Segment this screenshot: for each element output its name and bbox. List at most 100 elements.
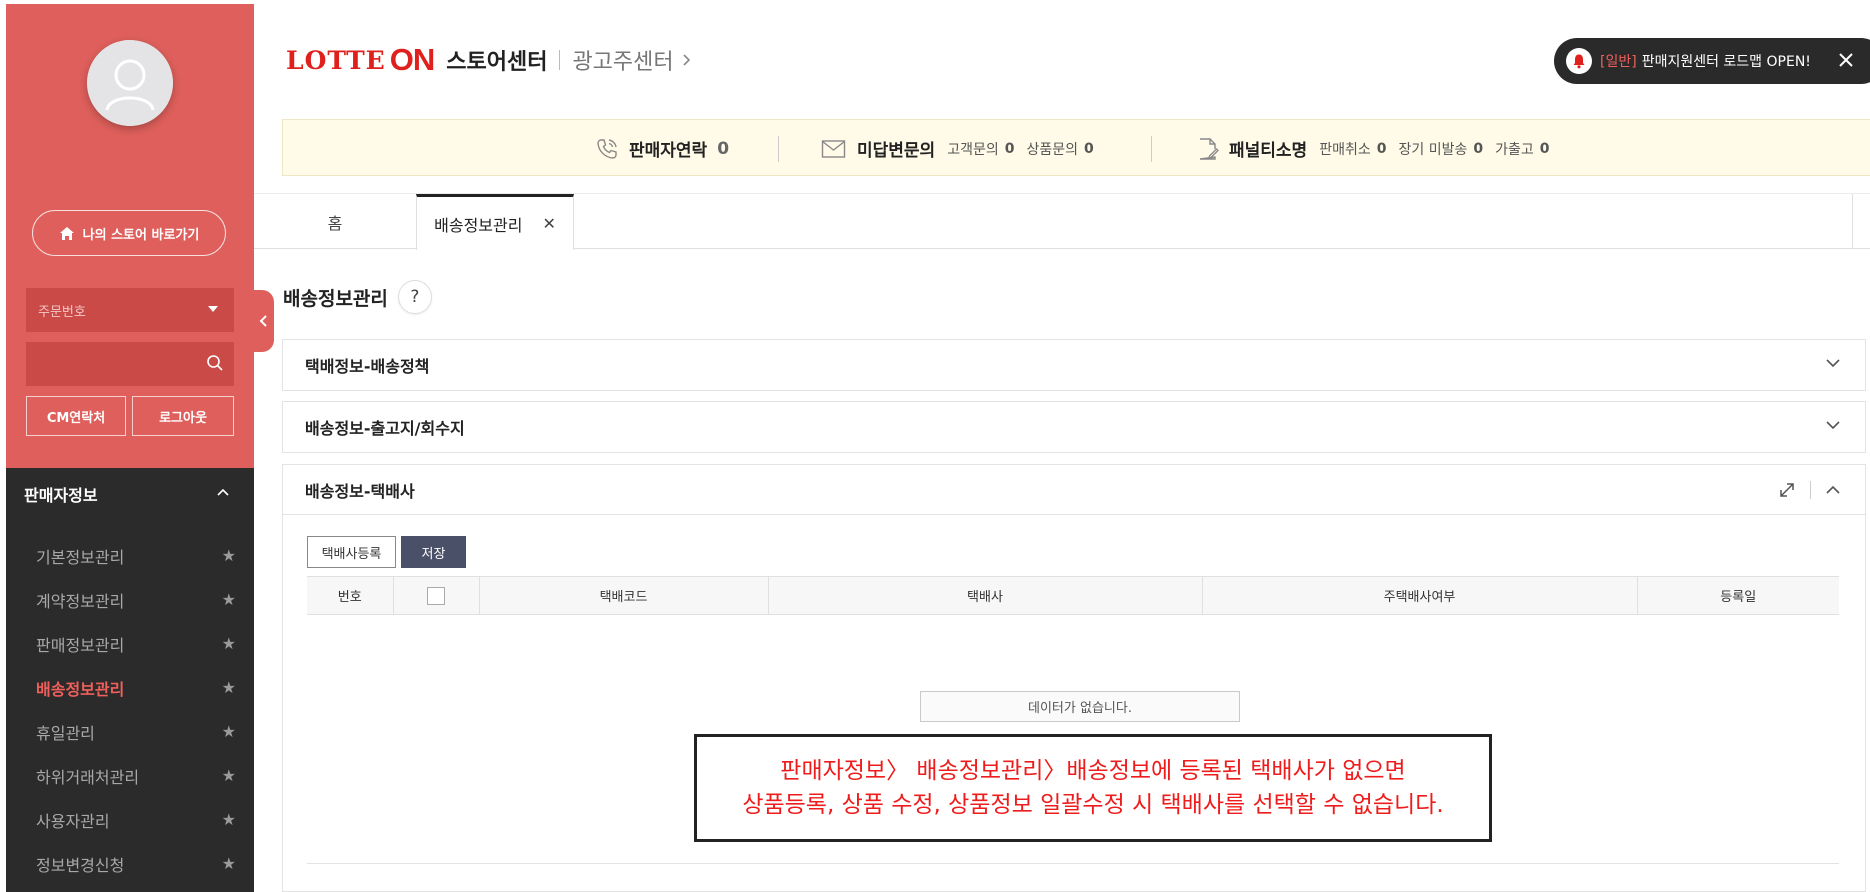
tab-divider (1852, 194, 1853, 248)
sale-cancel-count[interactable]: 0 (1377, 141, 1387, 157)
penalty-label: 패널티소명 (1229, 141, 1308, 161)
notice-text: 판매지원센터 로드맵 OPEN! (1641, 54, 1811, 70)
sidebar-collapse-toggle[interactable] (254, 290, 274, 352)
seller-info-section-header[interactable]: 판매자정보 (6, 468, 254, 520)
long-undelivered-count[interactable]: 0 (1473, 141, 1483, 157)
chevron-up-icon[interactable] (1825, 485, 1841, 495)
caret-down-icon (208, 306, 218, 312)
tab-delivery-info[interactable]: 배송정보관리 ✕ (416, 194, 574, 250)
section-title: 배송정보-출고지/회수지 (305, 419, 465, 438)
sidebar-item-contract-info[interactable]: 계약정보관리 ★ (6, 578, 254, 622)
column-header-reg-date: 등록일 (1636, 576, 1839, 615)
section-title: 배송정보-택배사 (305, 481, 415, 501)
sale-cancel-label[interactable]: 판매취소 (1319, 139, 1371, 159)
close-icon[interactable]: ✕ (542, 214, 555, 233)
help-button[interactable]: ? (397, 280, 432, 314)
star-icon[interactable]: ★ (222, 722, 236, 741)
expand-icon[interactable] (1778, 481, 1796, 499)
seller-info-section-title: 판매자정보 (24, 486, 98, 505)
chevron-up-icon (217, 488, 229, 496)
seller-contact-label: 판매자연락 (629, 141, 708, 161)
cm-contact-label: CM연락처 (46, 410, 106, 426)
sidebar-item-sales-info[interactable]: 판매정보관리 ★ (6, 622, 254, 666)
sidebar-item-users[interactable]: 사용자관리 ★ (6, 798, 254, 842)
annotation-line-1: 판매자정보〉 배송정보관리〉배송정보에 등록된 택배사가 없으면 (780, 758, 1406, 784)
annotation-callout: 판매자정보〉 배송정보관리〉배송정보에 등록된 택배사가 없으면 상품등록, 상… (694, 734, 1492, 842)
tab-home[interactable]: 홈 (254, 194, 416, 249)
logout-button[interactable]: 로그아웃 (132, 396, 234, 436)
logo-lotte-text: LOTTE (286, 45, 386, 75)
section-tools (1778, 481, 1841, 499)
star-icon[interactable]: ★ (222, 854, 236, 873)
sidebar-item-sub-partners[interactable]: 하위거래처관리 ★ (6, 754, 254, 798)
sidebar-item-basic-info[interactable]: 기본정보관리 ★ (6, 534, 254, 578)
logout-label: 로그아웃 (159, 410, 207, 426)
search-type-select[interactable]: 주문번호 (26, 288, 234, 332)
sidebar-item-info-change[interactable]: 정보변경신청 ★ (6, 842, 254, 886)
annotation-line-2: 상품등록, 상품 수정, 상품정보 일괄수정 시 택배사를 선택할 수 없습니다… (742, 792, 1444, 818)
notice-banner[interactable]: [일반] 판매지원센터 로드맵 OPEN! (1554, 38, 1870, 84)
chevron-down-icon (1826, 359, 1840, 368)
sidebar-item-label: 하위거래처관리 (36, 768, 140, 787)
customer-inquiry-count[interactable]: 0 (1005, 141, 1015, 157)
fake-release-count[interactable]: 0 (1540, 141, 1550, 157)
sidebar-item-delivery-info[interactable]: 배송정보관리 ★ (6, 666, 254, 710)
section-header[interactable]: 택배정보-배송정책 (283, 340, 1865, 390)
product-inquiry-label[interactable]: 상품문의 (1026, 139, 1078, 159)
tab-label: 홈 (327, 213, 343, 233)
search-icon[interactable] (206, 354, 224, 372)
fake-release-label[interactable]: 가출고 (1495, 139, 1534, 159)
my-store-link-label: 나의 스토어 바로가기 (82, 227, 200, 243)
seller-contact-count: 0 (717, 138, 730, 159)
tool-divider (1810, 481, 1811, 499)
sidebar-item-label: 사용자관리 (36, 812, 110, 831)
register-courier-button[interactable]: 택배사등록 (307, 536, 396, 568)
notice-tag: [일반] (1600, 54, 1637, 70)
section-courier-policy: 택배정보-배송정책 (282, 339, 1866, 391)
logo-on-text: ON (389, 42, 435, 77)
info-divider (1151, 136, 1152, 162)
header-divider (559, 50, 561, 70)
seller-info-menu: 기본정보관리 ★ 계약정보관리 ★ 판매정보관리 ★ 배송정보관리 ★ 휴일관리… (6, 534, 254, 886)
section-header[interactable]: 배송정보-택배사 (283, 465, 1865, 515)
sidebar-item-holiday[interactable]: 휴일관리 ★ (6, 710, 254, 754)
star-icon[interactable]: ★ (222, 546, 236, 565)
star-icon[interactable]: ★ (222, 678, 236, 697)
long-undelivered-label[interactable]: 장기 미발송 (1398, 139, 1467, 159)
column-header-select (392, 576, 479, 615)
star-icon[interactable]: ★ (222, 590, 236, 609)
close-icon[interactable] (1836, 50, 1856, 70)
info-divider (778, 136, 779, 162)
seller-contact-group[interactable]: 판매자연락 0 (595, 120, 729, 177)
sidebar-item-label: 계약정보관리 (36, 592, 125, 611)
column-header-courier-code: 택배코드 (478, 576, 768, 615)
column-header-main-courier: 주택배사여부 (1201, 576, 1637, 615)
table-bottom-border (307, 863, 1839, 864)
user-avatar-icon (87, 40, 173, 126)
product-inquiry-count[interactable]: 0 (1084, 141, 1094, 157)
sidebar-search-input[interactable] (26, 342, 196, 386)
tab-label: 배송정보관리 (434, 215, 523, 235)
star-icon[interactable]: ★ (222, 810, 236, 829)
customer-inquiry-label[interactable]: 고객문의 (947, 139, 999, 159)
ad-center-link[interactable]: 광고주센터 (572, 44, 673, 76)
my-store-link-button[interactable]: 나의 스토어 바로가기 (32, 210, 226, 256)
sidebar: 나의 스토어 바로가기 주문번호 CM연락처 로그아웃 판매자정보 기본정보관리… (6, 4, 274, 892)
section-header[interactable]: 배송정보-출고지/회수지 (283, 402, 1865, 452)
save-button[interactable]: 저장 (401, 536, 466, 568)
phone-icon (597, 138, 617, 159)
star-icon[interactable]: ★ (222, 634, 236, 653)
sidebar-profile-area: 나의 스토어 바로가기 주문번호 CM연락처 로그아웃 (6, 4, 254, 468)
cm-contact-button[interactable]: CM연락처 (26, 396, 126, 436)
sidebar-item-label: 정보변경신청 (36, 856, 125, 875)
star-icon[interactable]: ★ (222, 766, 236, 785)
column-header-courier: 택배사 (767, 576, 1202, 615)
sidebar-item-label: 판매정보관리 (36, 636, 125, 655)
page-title-text: 배송정보관리 (283, 287, 388, 310)
courier-table: 번호 택배코드 택배사 주택배사여부 등록일 (307, 576, 1839, 615)
empty-state-message: 데이터가 없습니다. (920, 691, 1240, 722)
document-edit-icon (1199, 137, 1219, 160)
save-label: 저장 (421, 546, 446, 562)
select-all-checkbox[interactable] (427, 586, 445, 605)
header-logo[interactable]: LOTTE ON 스토어센터 광고주센터 (286, 42, 691, 78)
